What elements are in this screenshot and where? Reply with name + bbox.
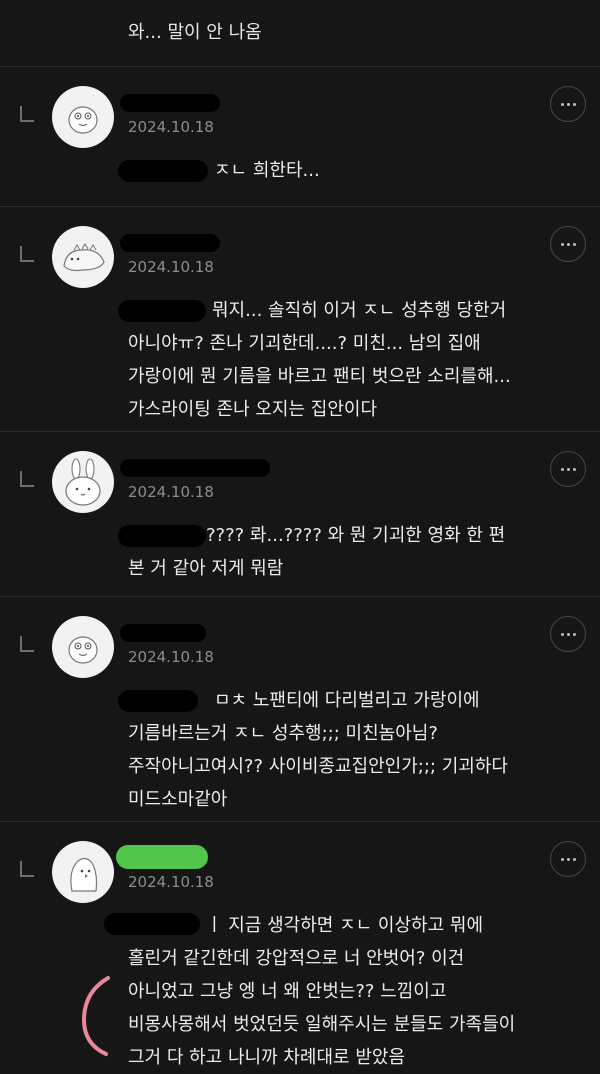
redaction [118,690,198,712]
comment-text-line: ???? 롸...???? 와 뭔 기괴한 영화 한 편 [206,525,506,546]
comment-text-line: 본 거 같아 저게 뭐람 [128,558,284,579]
reply-comment: 2024.10.18 ???? 롸...???? 와 뭔 기괴한 영화 한 편 … [0,431,600,596]
comment-date: 2024.10.18 [128,873,214,891]
comment-text-line: 가스라이팅 존나 오지는 집안이다 [128,399,378,420]
avatar[interactable] [52,451,114,513]
redaction [104,913,200,935]
more-options-button[interactable] [550,616,586,652]
redaction [118,525,206,547]
comment-text-line: 홀린거 같긴한데 강압적으로 너 안벗어? 이건 [128,948,465,969]
comment-text: ㅈㄴ 희한타... [214,160,320,181]
more-options-button[interactable] [550,841,586,877]
username-redacted [120,624,206,642]
avatar[interactable] [52,616,114,678]
comment-date: 2024.10.18 [128,648,214,666]
reply-indicator-icon [20,471,34,487]
ghost-bird-icon [70,857,98,892]
comment-date: 2024.10.18 [128,258,214,276]
comment-date: 2024.10.18 [128,483,214,501]
reply-indicator-icon [20,106,34,122]
lizard-icon [63,243,105,272]
comment-text-line: 그거 다 하고 나니까 차례대로 받았음 [128,1047,406,1068]
comment-date: 2024.10.18 [128,118,214,136]
reply-comment: 2024.10.18 ㅁㅊ 노팬티에 다리벌리고 가랑이에 기름바르는거 ㅈㄴ … [0,596,600,821]
avatar[interactable] [52,226,114,288]
bunny-icon [65,458,101,506]
comment-text-line: 아니야ㅠ? 존나 기괴한데....? 미친... 남의 집애 [128,333,481,354]
reply-comment: 2024.10.18 ㅈㄴ 희한타... [0,66,600,206]
username-highlighted [116,845,208,869]
username-redacted [120,234,220,252]
comment-text-line: 비몽사몽해서 벗었던듯 일해주시는 분들도 가족들이 [128,1014,516,1035]
comment-text-line: 뭐지... 솔직히 이거 ㅈㄴ 성추행 당한거 [212,300,507,321]
reply-indicator-icon [20,861,34,877]
comment-text-line: 주작아니고여시?? 사이비종교집안인가;;; 기괴하다 [128,756,508,777]
comment-text: 와... 말이 안 나옴 [128,22,262,43]
comment-text-line: 기름바르는거 ㅈㄴ 성추행;;; 미친놈아님? [128,723,438,744]
blob-face-icon [68,106,98,134]
reply-indicator-icon [20,246,34,262]
comment-text-line: ㅣ 지금 생각하면 ㅈㄴ 이상하고 뭐에 [206,915,484,936]
reply-comment: 2024.10.18 뭐지... 솔직히 이거 ㅈㄴ 성추행 당한거 아니야ㅠ?… [0,206,600,431]
username-redacted [120,459,270,477]
avatar[interactable] [52,86,114,148]
username-redacted [120,94,220,112]
redaction [118,300,206,322]
blob-face-icon [68,636,98,664]
reply-indicator-icon [20,636,34,652]
comment-text-line: 가랑이에 뭔 기름을 바르고 팬티 벗으란 소리를해... [128,366,511,387]
pink-bracket-annotation-icon [81,976,110,1056]
redaction [118,160,208,182]
more-options-button[interactable] [550,226,586,262]
avatar[interactable] [52,841,114,903]
comment-text-line: ㅁㅊ 노팬티에 다리벌리고 가랑이에 [214,690,480,711]
comment-text-line: 아니었고 그냥 엥 너 왜 안벗는?? 느낌이고 [128,981,447,1002]
comment-text-line: 미드소마같아 [128,789,228,810]
more-options-button[interactable] [550,86,586,122]
more-options-button[interactable] [550,451,586,487]
